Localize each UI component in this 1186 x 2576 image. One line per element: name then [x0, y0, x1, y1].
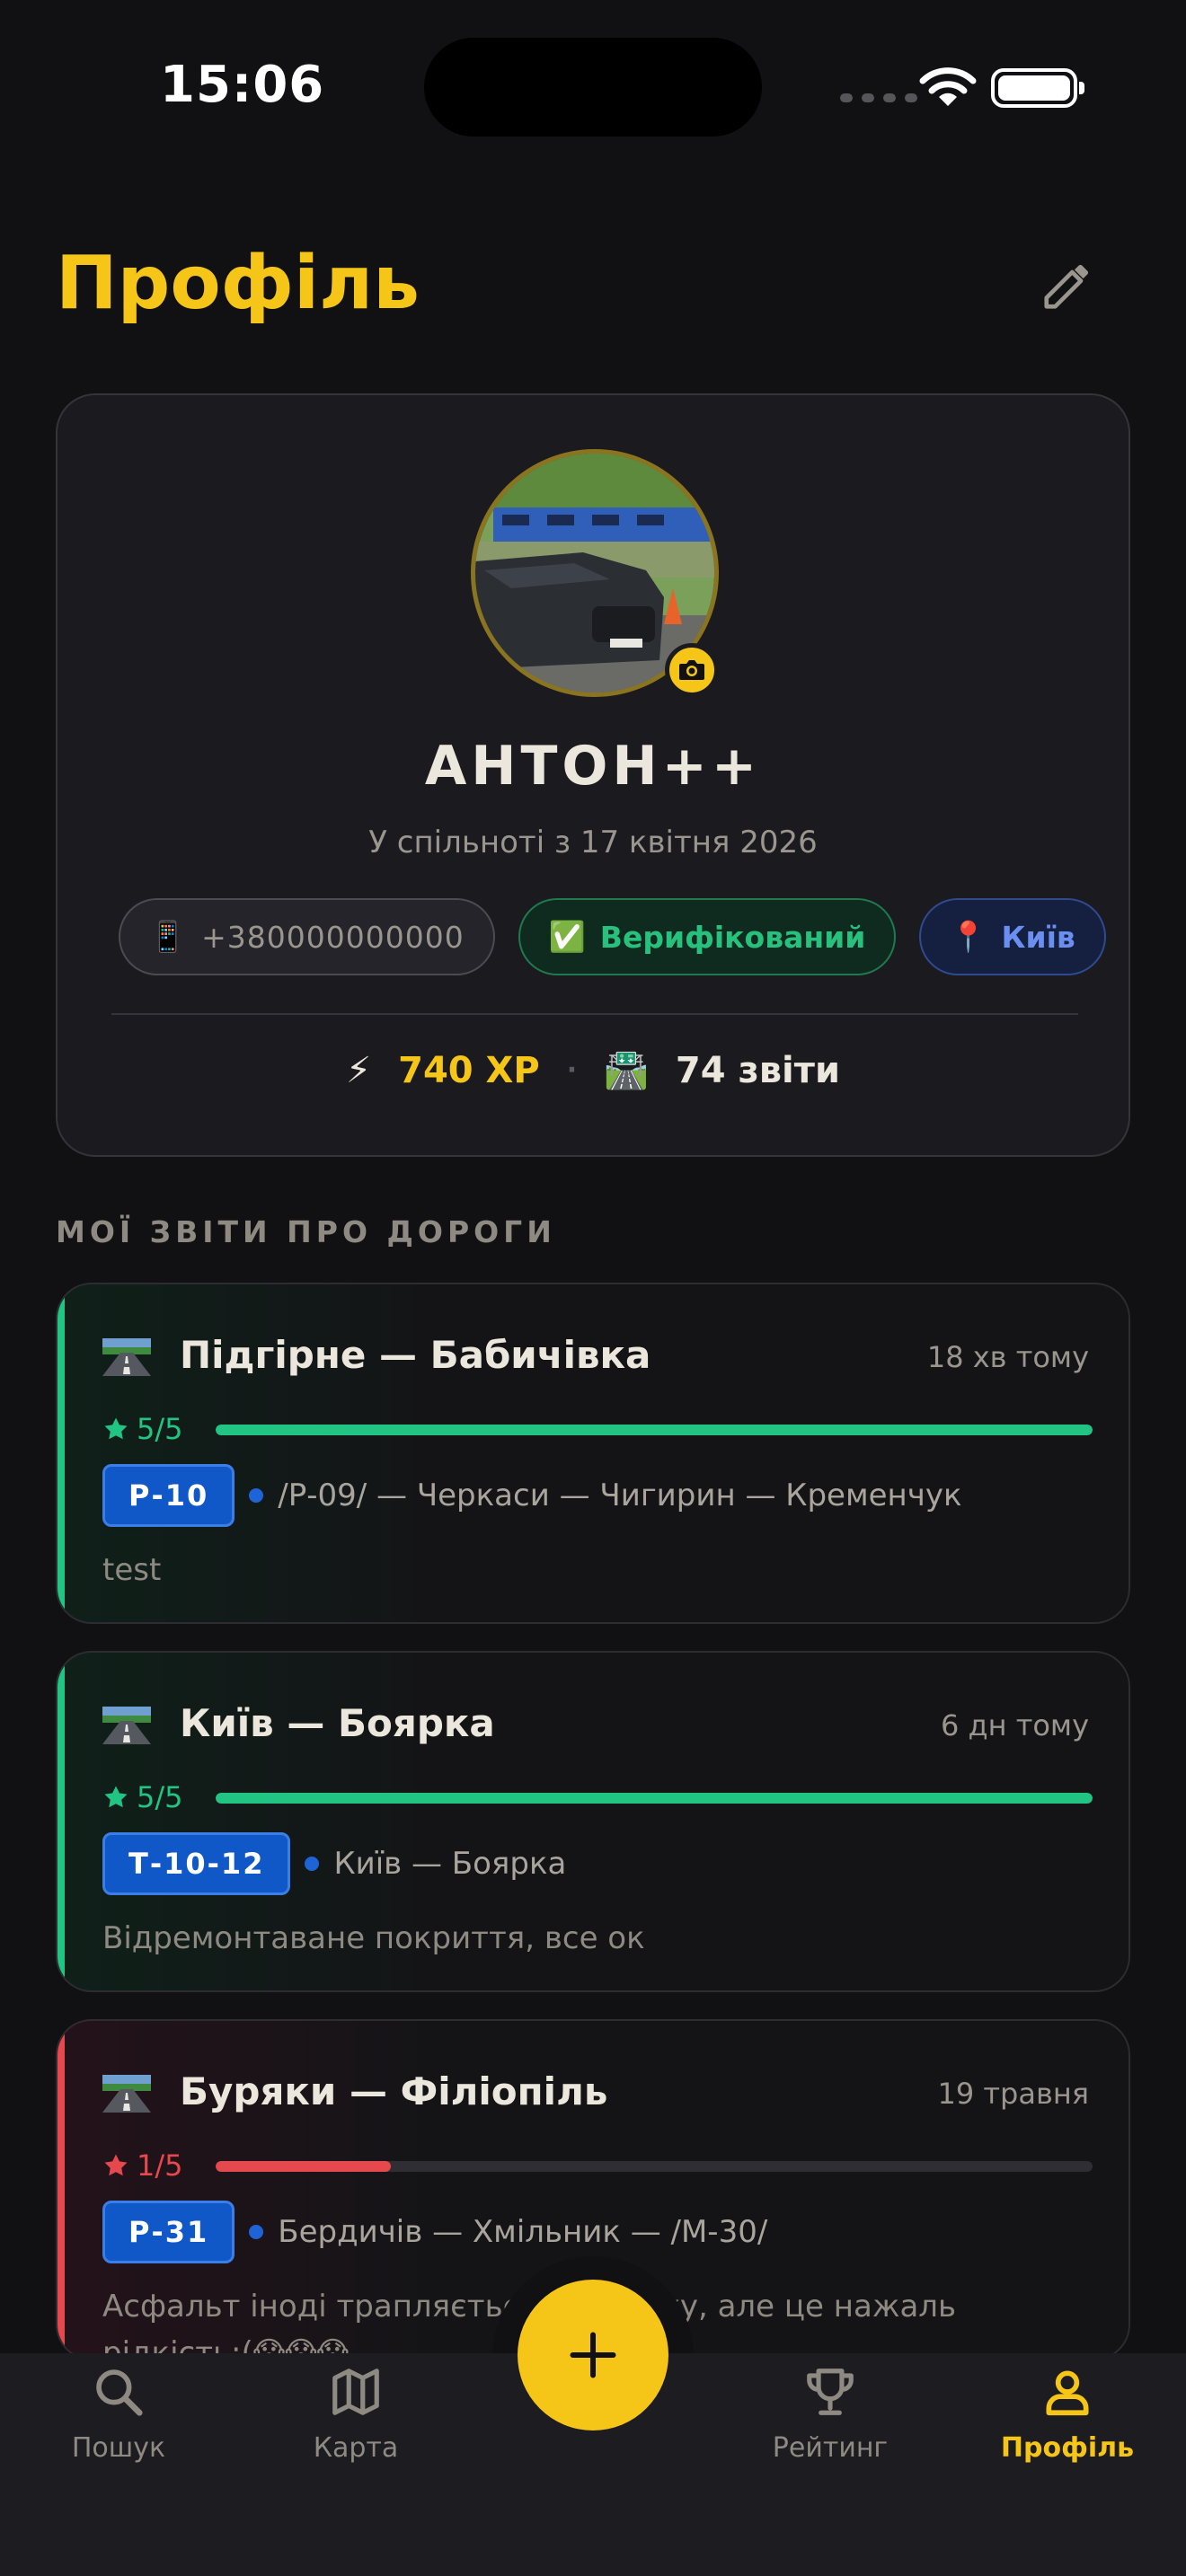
- report-card[interactable]: Підгірне — Бабичівка 18 хв тому 5/5 Р-10…: [56, 1283, 1130, 1624]
- report-rating: 5/5: [102, 1412, 183, 1446]
- cellular-signal-icon: [840, 93, 917, 102]
- reports-count: 74 звіти: [675, 1049, 840, 1091]
- status-time: 15:06: [160, 56, 325, 114]
- star-icon: [104, 2154, 128, 2176]
- rating-bar-fill: [216, 1793, 1093, 1804]
- tab-label: Рейтинг: [772, 2432, 889, 2464]
- rating-bar-fill: [216, 1425, 1093, 1435]
- road-info: Р-31 Бердичів — Хмільник — /М-30/: [102, 2201, 767, 2263]
- star-icon: [104, 1786, 128, 1808]
- person-icon: [1046, 2370, 1089, 2416]
- road-route: /Р-09/ — Черкаси — Чигирин — Кременчук: [278, 1478, 962, 1513]
- member-since: У спільноті з 17 квітня 2026: [368, 825, 818, 860]
- wifi-icon: [919, 67, 977, 106]
- rating-bar: [216, 1425, 1093, 1435]
- pin-icon: 📍: [950, 919, 987, 954]
- road-icon: [102, 1338, 151, 1376]
- status-accent: [58, 1653, 65, 1990]
- rating-bar: [216, 1793, 1093, 1804]
- profile-badges: 📱 +380000000000 ✅ Верифікований 📍 Київ: [119, 898, 1106, 975]
- change-photo-button[interactable]: [665, 643, 719, 697]
- road-number-badge: Р-10: [102, 1464, 235, 1527]
- road-info: Р-10 /Р-09/ — Черкаси — Чигирин — Кремен…: [102, 1464, 961, 1527]
- phone-icon: 📱: [149, 919, 188, 954]
- status-accent: [58, 2021, 65, 2359]
- rating-bar: [216, 2161, 1093, 2172]
- profile-card: АНТОН++ У спільноті з 17 квітня 2026 📱 +…: [56, 393, 1130, 1157]
- road-number-badge: Т-10-12: [102, 1832, 291, 1895]
- tab-profile[interactable]: Профіль: [987, 2364, 1148, 2464]
- avatar-container[interactable]: [471, 449, 719, 697]
- route-dot: [249, 1488, 264, 1503]
- road-route: Бердичів — Хмільник — /М-30/: [278, 2214, 768, 2250]
- stats-row: ⚡ 740 XP · 🛣️ 74 звіти: [58, 1049, 1128, 1092]
- page-title: Профіль: [56, 241, 420, 326]
- city-chip: 📍 Київ: [919, 898, 1106, 975]
- star-icon: [104, 1417, 128, 1440]
- report-comment: test: [102, 1552, 162, 1588]
- report-rating: 1/5: [102, 2148, 183, 2183]
- rating-value: 5/5: [137, 1412, 183, 1446]
- road-icon: [102, 1707, 151, 1744]
- section-title: МОЇ ЗВІТИ ПРО ДОРОГИ: [56, 1214, 556, 1249]
- report-card[interactable]: Київ — Боярка 6 дн тому 5/5 Т-10-12 Київ…: [56, 1651, 1130, 1992]
- verified-label: Верифікований: [599, 919, 866, 955]
- status-bar: 15:06: [0, 0, 1186, 180]
- road-icon: 🛣️: [604, 1050, 649, 1091]
- status-accent: [58, 1284, 65, 1622]
- tab-label: Пошук: [71, 2432, 166, 2464]
- rating-value: 5/5: [137, 1780, 183, 1814]
- add-report-button[interactable]: [518, 2280, 668, 2430]
- report-time: 6 дн тому: [940, 1708, 1089, 1742]
- rating-value: 1/5: [137, 2148, 183, 2183]
- report-time: 18 хв тому: [926, 1340, 1089, 1374]
- battery-icon: [991, 68, 1084, 108]
- trophy-icon: [807, 2369, 854, 2415]
- search-icon: [96, 2369, 143, 2416]
- pencil-icon: [1044, 264, 1089, 309]
- phone-number: +380000000000: [201, 919, 465, 955]
- route-dot: [249, 2225, 264, 2239]
- tab-label: Карта: [313, 2432, 399, 2464]
- road-number-badge: Р-31: [102, 2201, 235, 2263]
- divider: [111, 1013, 1078, 1015]
- phone-chip: 📱 +380000000000: [119, 898, 495, 975]
- map-icon: [332, 2369, 379, 2415]
- tab-search[interactable]: Пошук: [38, 2364, 199, 2464]
- user-name: АНТОН++: [424, 735, 762, 798]
- city-label: Київ: [1001, 919, 1075, 955]
- plus-icon: [570, 2332, 616, 2378]
- report-title: Буряки — Філіопіль: [180, 2069, 608, 2113]
- lightning-icon: ⚡: [346, 1049, 372, 1091]
- check-icon: ✅: [548, 919, 586, 954]
- road-icon: [102, 2075, 151, 2113]
- edit-profile-button[interactable]: [1031, 250, 1103, 322]
- report-title: Київ — Боярка: [180, 1701, 495, 1745]
- xp-value: 740 XP: [398, 1049, 540, 1091]
- rating-bar-fill: [216, 2161, 392, 2172]
- verified-badge: ✅ Верифікований: [518, 898, 897, 975]
- tab-map[interactable]: Карта: [275, 2364, 437, 2464]
- report-rating: 5/5: [102, 1780, 183, 1814]
- separator: ·: [566, 1054, 578, 1086]
- route-dot: [305, 1857, 320, 1871]
- road-info: Т-10-12 Київ — Боярка: [102, 1832, 566, 1895]
- report-title: Підгірне — Бабичівка: [180, 1333, 651, 1377]
- tab-label: Профіль: [1000, 2432, 1135, 2464]
- report-time: 19 травня: [937, 2077, 1089, 2111]
- road-route: Київ — Боярка: [333, 1846, 567, 1882]
- tab-rating[interactable]: Рейтинг: [749, 2364, 911, 2464]
- dynamic-island: [424, 38, 762, 137]
- camera-icon: [679, 660, 704, 680]
- report-comment: Відремонтаване покриття, все ок: [102, 1920, 645, 1956]
